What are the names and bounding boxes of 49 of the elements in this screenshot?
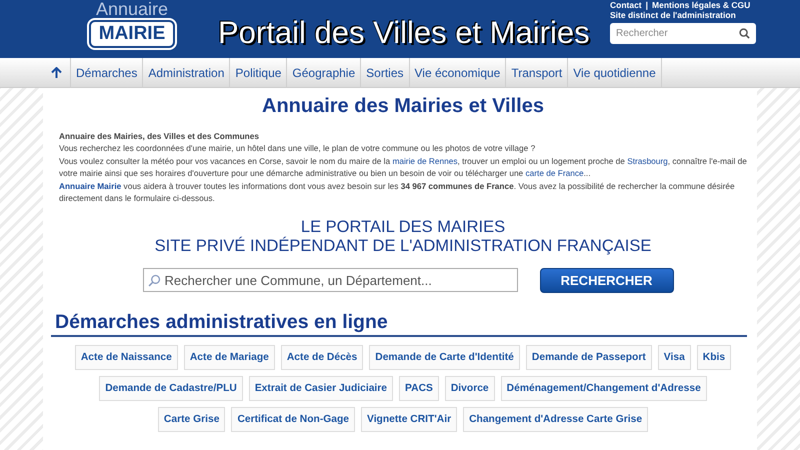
link-separator: | (646, 0, 648, 10)
procedure-link[interactable]: Kbis (696, 345, 732, 370)
nav-link[interactable]: Démarches (71, 58, 144, 87)
banner-text: SITE PRIVÉ INDÉPENDANT DE L'ADMINISTRATION FRANÇAISE (154, 237, 652, 256)
procedure-link[interactable]: Demande de Passeport (526, 345, 652, 370)
text-link[interactable]: carte de France (525, 168, 584, 178)
procedure-link[interactable]: Extrait de Casier Judiciaire (248, 376, 394, 402)
procedure-link[interactable]: Demande de Carte d'Identité (369, 345, 520, 370)
procedure-link[interactable]: Acte de Naissance (74, 345, 178, 370)
commune-search-field[interactable]: Rechercher une Commune, un Département... (142, 268, 518, 292)
procedure-link[interactable]: Acte de Décès (280, 345, 364, 370)
logo-text[interactable]: Annuaire (96, 0, 168, 18)
procedure-link[interactable]: Visa (658, 345, 691, 370)
nav-link[interactable]: Politique (230, 58, 288, 87)
search-icon (148, 274, 160, 287)
nav-link[interactable]: Administration (143, 58, 230, 87)
header-link[interactable]: Contact (610, 0, 642, 10)
text-link[interactable]: mairie de Rennes (392, 156, 458, 166)
procedure-link[interactable]: Vignette CRIT'Air (361, 407, 458, 432)
procedure-link[interactable]: PACS (399, 376, 439, 402)
header-link[interactable]: Mentions légales & CGU (652, 0, 750, 10)
site-title: Portail des Villes et Mairies (218, 14, 590, 52)
nav-link[interactable]: Transport (506, 58, 568, 87)
section-title: Démarches administratives en ligne (51, 309, 747, 338)
intro-paragraph: Vous recherchez les coordonnées d'une mairie, un hôtel dans une ville, le plan de votre commune ou les photos de votre village ? (59, 142, 536, 155)
procedure-link[interactable]: Changement d'Adresse Carte Grise (463, 407, 648, 432)
search-field[interactable]: Rechercher (610, 23, 756, 44)
intro-heading: Annuaire des Mairies, des Villes et des Communes (59, 130, 260, 142)
procedure-link[interactable]: Déménagement/Changement d'Adresse (500, 376, 707, 402)
logo-badge[interactable]: MAIRIE (88, 20, 176, 48)
procedure-link[interactable]: Certificat de Non-Gage (231, 407, 356, 432)
procedure-link[interactable]: Demande de Cadastre/PLU (99, 376, 243, 402)
search-icon[interactable] (739, 28, 750, 39)
nav-link[interactable]: Sorties (361, 58, 410, 87)
intro-paragraph: Vous voulez consulter la météo pour vos vacances en Corse, savoir le nom du maire de la mairie de Rennes, trouver un emploi ou un logement proche de Strasbourg, connaître l'e-mail de votre mairie ainsi que ses horaires d'ouverture pour une démarche administrative ou bien un besoin de voir ou télécharger une carte de France... (59, 154, 747, 180)
nav-link[interactable]: Géographie (287, 58, 362, 87)
notice-text: Site distinct de l'administration (610, 10, 737, 20)
up-arrow-icon (51, 66, 62, 78)
procedure-link[interactable]: Acte de Mariage (184, 345, 275, 370)
nav-link[interactable]: Vie économique (410, 58, 506, 87)
search-button[interactable]: RECHERCHER (540, 268, 674, 294)
page-title: Annuaire des Mairies et Villes (261, 94, 545, 118)
procedure-link[interactable]: Divorce (444, 376, 495, 402)
intro-paragraph: Annuaire Mairie vous aidera à trouver toutes les informations dont vous avez besoin sur les 34 967 communes de France. Vous avez la possibilité de rechercher la commune désirée directement dans le formulaire ci-dessous. (59, 180, 736, 204)
text-link[interactable]: Annuaire Mairie (59, 180, 122, 191)
text-link[interactable]: Strasbourg (627, 156, 668, 166)
procedure-link[interactable]: Carte Grise (158, 407, 226, 432)
banner-text: LE PORTAIL DES MAIRIES (300, 218, 506, 236)
nav-link[interactable]: Vie quotidienne (568, 58, 662, 87)
